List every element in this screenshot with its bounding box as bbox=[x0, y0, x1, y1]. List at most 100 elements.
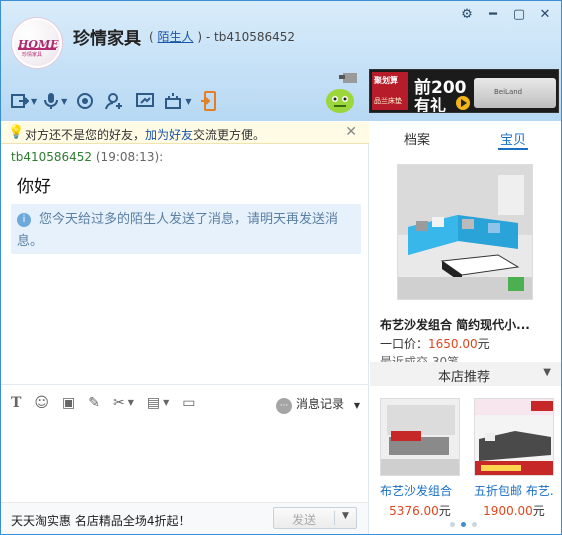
chevron-down-icon[interactable]: ▼ bbox=[185, 97, 191, 106]
transfer-file-icon bbox=[11, 94, 29, 108]
pager-dots bbox=[450, 522, 477, 527]
mattress-image: BeiLand bbox=[474, 78, 556, 108]
chevron-down-icon[interactable]: ▼ bbox=[61, 97, 67, 106]
price-value: 1650.00 bbox=[428, 337, 478, 351]
shop-name: 珍情家具 bbox=[73, 29, 141, 49]
avatar[interactable]: HOME 珍情家具 bbox=[11, 17, 63, 69]
notice-text-before: 对方还不是您的好友， bbox=[25, 128, 146, 142]
message-input[interactable] bbox=[1, 420, 369, 502]
screen-share-icon bbox=[136, 93, 155, 107]
edit-icon[interactable]: ✎ bbox=[88, 395, 100, 411]
voice-button[interactable]: ▼ bbox=[43, 89, 67, 113]
recommend-item-image[interactable] bbox=[474, 398, 554, 476]
system-message-text: 您今天给过多的陌生人发送了消息，请明天再发送消息。 bbox=[17, 212, 339, 249]
voice-icon bbox=[44, 93, 59, 109]
contact-relation: ( 陌生人 ) - tb410586452 bbox=[149, 28, 295, 45]
minimize-icon[interactable]: ━ bbox=[485, 7, 501, 23]
scissors-icon[interactable]: ✂ bbox=[113, 395, 125, 411]
recommend-price-unit: 元 bbox=[438, 504, 451, 518]
banner-brand: BeiLand bbox=[494, 88, 523, 96]
screen-share-button[interactable] bbox=[133, 89, 157, 113]
banner-tag-top: 聚划算 bbox=[374, 76, 398, 85]
tab-items[interactable]: 宝贝 bbox=[500, 129, 526, 148]
input-toolbar: T ☺ ▣ ✎ ✂ ▼ ▤ ▼ ▭ ··· 消息记录 ▼ bbox=[1, 384, 369, 420]
relation-link[interactable]: 陌生人 bbox=[158, 30, 194, 44]
calculator-icon[interactable]: ▤ bbox=[147, 395, 160, 411]
message-area: tb410586452 (19:08:13): 你好 i 您今天给过多的陌生人发送… bbox=[1, 144, 369, 384]
add-contact-button[interactable] bbox=[103, 89, 127, 113]
chat-toolbar: ▼ ▼ ▼ bbox=[11, 89, 221, 113]
chevron-down-icon[interactable]: ▼ bbox=[128, 398, 134, 407]
recommend-item[interactable]: 五折包邮 布艺... 1900.00元 bbox=[474, 398, 554, 519]
window-controls: ⚙ ━ ▢ ✕ bbox=[459, 7, 553, 23]
message-record-label: 消息记录 bbox=[296, 397, 345, 411]
chat-window: HOME 珍情家具 珍情家具 ( 陌生人 ) - tb410586452 ⚙ ━… bbox=[0, 0, 562, 535]
pager-dot[interactable] bbox=[472, 522, 477, 527]
relation-suffix: ) - tb410586452 bbox=[197, 30, 296, 44]
remote-assist-icon bbox=[165, 93, 182, 109]
right-panel: 档案 宝贝 布艺沙发组合 简约现代小... 一口价：1650.00元 本店推荐 … bbox=[370, 122, 561, 534]
video-icon bbox=[77, 93, 94, 109]
recommend-bar: 本店推荐 ▼ bbox=[370, 362, 561, 386]
avatar-logo-bar bbox=[18, 48, 56, 50]
banner-tag: 聚划算 品兰床垫 bbox=[372, 72, 408, 110]
relation-prefix: ( bbox=[149, 30, 154, 44]
transfer-file-button[interactable]: ▼ bbox=[11, 89, 37, 113]
recommend-price-value: 5376.00 bbox=[389, 504, 439, 518]
chevron-down-icon[interactable]: ▼ bbox=[354, 401, 360, 410]
banner-tag-bottom: 品兰床垫 bbox=[374, 97, 402, 105]
price-label: 一口价： bbox=[380, 337, 429, 351]
recommend-item-name[interactable]: 布艺沙发组合 bbox=[380, 482, 460, 499]
mascot-icon[interactable] bbox=[323, 71, 363, 115]
pager-dot[interactable] bbox=[450, 522, 455, 527]
tab-profile[interactable]: 档案 bbox=[404, 129, 430, 148]
active-tab-indicator bbox=[498, 148, 528, 150]
banner-line2: 有礼 bbox=[414, 96, 447, 113]
product-name[interactable]: 布艺沙发组合 简约现代小... bbox=[380, 316, 530, 333]
pager-dot-active[interactable] bbox=[461, 522, 466, 527]
mobile-button[interactable] bbox=[197, 89, 221, 113]
remote-assist-button[interactable]: ▼ bbox=[163, 89, 191, 113]
promo-link[interactable]: 天天淘实惠 名店精品全场4折起！ bbox=[11, 512, 190, 529]
recommend-label: 本店推荐 bbox=[438, 370, 491, 385]
chevron-down-icon[interactable]: ▼ bbox=[31, 97, 37, 106]
send-options-chevron-icon[interactable]: ▼ bbox=[342, 511, 349, 521]
close-icon[interactable]: ✕ bbox=[537, 7, 553, 23]
maximize-icon[interactable]: ▢ bbox=[511, 7, 527, 23]
recommend-item-price: 5376.00元 bbox=[380, 502, 460, 519]
add-friend-link[interactable]: 加为好友 bbox=[145, 128, 193, 142]
system-message: i 您今天给过多的陌生人发送了消息，请明天再发送消息。 bbox=[11, 204, 361, 254]
notice-text-after: 交流更方便。 bbox=[193, 128, 266, 142]
video-button[interactable] bbox=[73, 89, 97, 113]
info-icon: i bbox=[17, 212, 31, 227]
message-time: (19:08:13): bbox=[95, 150, 164, 164]
recommend-price-value: 1900.00 bbox=[483, 504, 533, 518]
avatar-logo-sub: 珍情家具 bbox=[22, 52, 43, 58]
screen-icon[interactable]: ▭ bbox=[182, 395, 195, 411]
emoji-icon[interactable]: ☺ bbox=[34, 395, 49, 411]
send-button[interactable]: 发送 ▼ bbox=[273, 507, 357, 529]
image-icon[interactable]: ▣ bbox=[62, 395, 75, 411]
message-text: 你好 bbox=[17, 177, 51, 197]
title-bar: HOME 珍情家具 珍情家具 ( 陌生人 ) - tb410586452 ⚙ ━… bbox=[1, 1, 561, 121]
play-icon[interactable] bbox=[456, 96, 470, 110]
close-notice-icon[interactable]: ✕ bbox=[345, 124, 357, 140]
mobile-icon bbox=[201, 91, 217, 111]
message-record-button[interactable]: ··· 消息记录 ▼ bbox=[276, 395, 360, 414]
product-image[interactable] bbox=[397, 164, 533, 300]
recommend-item-image[interactable] bbox=[380, 398, 460, 476]
add-contact-icon bbox=[105, 93, 123, 110]
recommend-item[interactable]: 布艺沙发组合 5376.00元 bbox=[380, 398, 460, 519]
send-label: 发送 bbox=[291, 513, 316, 527]
recommend-item-name[interactable]: 五折包邮 布艺... bbox=[474, 482, 554, 499]
ad-banner[interactable]: 聚划算 品兰床垫 前200 有礼 BeiLand bbox=[369, 69, 559, 113]
collapse-arrow-icon[interactable]: ▼ bbox=[543, 367, 551, 378]
lightbulb-icon: 💡 bbox=[8, 125, 25, 140]
chat-bubble-icon: ··· bbox=[276, 398, 292, 414]
font-icon[interactable]: T bbox=[11, 395, 21, 411]
chevron-down-icon[interactable]: ▼ bbox=[163, 398, 169, 407]
recommend-item-price: 1900.00元 bbox=[474, 502, 554, 519]
product-price: 一口价：1650.00元 bbox=[380, 335, 490, 352]
bottom-bar: 天天淘实惠 名店精品全场4折起！ 发送 ▼ bbox=[1, 502, 369, 534]
gear-icon[interactable]: ⚙ bbox=[459, 7, 475, 23]
